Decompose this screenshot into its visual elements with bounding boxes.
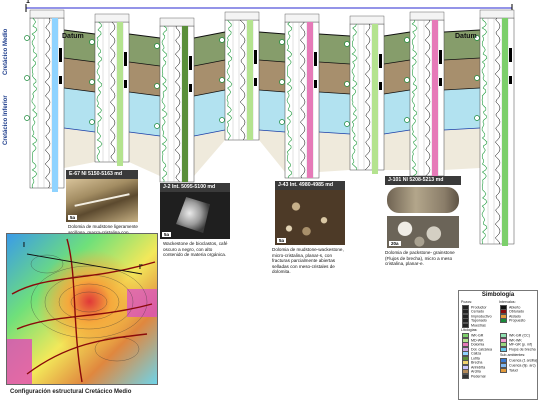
core-title-j43: J-43 Int. 4980-4985 md (275, 181, 345, 190)
correlation-band (259, 60, 285, 92)
legend-litologia-item: Pedernal (462, 373, 486, 379)
legend-swatch (500, 318, 507, 324)
legend-subambiente-item: Talud (500, 368, 518, 373)
correlation-band (444, 88, 480, 130)
core-title-e67: E-67 Nl 5150-5163 md (66, 170, 138, 179)
core-scale-j2: 5a (162, 232, 172, 237)
correlation-band (129, 62, 160, 96)
cretacico-inferior-label: Cretácico Inferior (3, 95, 9, 145)
correlation-band (259, 130, 285, 172)
well-log-track (344, 15, 385, 174)
legend-text: Muestras (471, 323, 486, 328)
core-scale-j43: 5a (277, 238, 287, 243)
core-photo-j2: 5a (160, 192, 230, 239)
correlation-band (319, 62, 350, 94)
correlation-band (444, 128, 480, 170)
well-log-track (154, 17, 195, 183)
correlation-band (444, 58, 480, 90)
core-caption-j2: Wackestone de bioclastos, café oscuro a … (163, 241, 228, 258)
core-title-j101: J-101 Nl 5208-5213 md (385, 176, 461, 185)
core-panel-j43: J-43 Int. 4980-4985 md 5a (275, 181, 345, 245)
well-log-track (404, 11, 445, 177)
cretacico-medio-label: Cretácico Medio (3, 28, 9, 75)
core-photo-e67: 5a (66, 179, 138, 222)
legend-text: Talud (509, 368, 518, 373)
core-panel-j2: J-2 Int. 5095-5100 md 5a (160, 183, 230, 239)
core-caption-j101: Dolomia de packstone- grainstone (Flujos… (385, 250, 455, 267)
core-scale-e67: 5a (68, 215, 78, 220)
correlation-band (129, 92, 160, 136)
legend-text: Litologías: (461, 328, 478, 332)
correlation-band (64, 88, 95, 132)
legend-text: Cuenca (tip. arc) (509, 363, 536, 368)
map-label-start: I (23, 242, 25, 249)
legend-swatch (500, 368, 507, 373)
legend-subambientes-header: Sub-ambientes: (500, 353, 525, 357)
correlation-band (64, 128, 95, 168)
legend-intervalos-header: Intervalos: (499, 300, 516, 304)
map-title: Configuración estructural Cretácico Medi… (10, 389, 132, 395)
legend-swatch (462, 373, 469, 379)
well-log-track (474, 9, 515, 246)
legend-pozos-header: Pozos: (461, 300, 472, 304)
correlation-band (384, 60, 410, 94)
well-log-track (24, 9, 65, 192)
map-label-end: I' (139, 264, 143, 271)
correlation-band (384, 32, 410, 64)
correlation-band (194, 90, 225, 136)
legend: Simbología Pozos: Productor Cerrado Improdu… (458, 290, 538, 400)
core-photo-j101-a (387, 187, 459, 213)
legend-title: Simbología (481, 292, 515, 298)
legend-intervalo-item: Propuesto (500, 318, 526, 324)
datum-left-label: Datum (62, 33, 84, 40)
structure-map: I I' (6, 233, 158, 385)
well-log-track (89, 13, 130, 166)
legend-text: Sub-ambientes: (500, 353, 526, 357)
legend-text: Flujos de brecha (509, 346, 536, 351)
correlation-band (319, 92, 350, 134)
core-scale-j101: 20a (389, 241, 401, 246)
correlation-band (319, 132, 350, 172)
correlation-band (384, 90, 410, 134)
legend-swatch (500, 346, 507, 352)
legend-text: Cuenca (1 arcilla) (509, 358, 538, 363)
legend-text: Pedernal (471, 373, 486, 378)
correlation-band (64, 58, 95, 92)
legend-text: Propuesto (509, 318, 526, 323)
legend-text: Intervalos: (499, 300, 516, 304)
correlation-band (319, 34, 350, 64)
core-caption-j43: Dolomia de mudstone-wackestone, micro-cr… (272, 247, 344, 275)
core-panel-e67: E-67 Nl 5150-5163 md 5a (66, 170, 138, 222)
well-log-track (279, 13, 320, 179)
section-scale-label: 1' (26, 0, 32, 5)
core-title-j2: J-2 Int. 5095-5100 md (160, 183, 230, 192)
core-panel-j101: J-101 Nl 5208-5213 md 20a (385, 176, 461, 248)
core-photo-j43: 5a (275, 190, 345, 245)
legend-text: Pozos: (461, 300, 472, 304)
correlation-band (259, 32, 285, 62)
legend-litologias-header: Litologías: (461, 328, 477, 332)
legend-swatch (462, 322, 469, 328)
legend-litologia-item: Flujos de brecha (500, 346, 536, 352)
correlation-band (384, 130, 410, 170)
correlation-band (129, 34, 160, 66)
structure-map-svg (7, 234, 157, 384)
datum-right-label: Datum (455, 33, 477, 40)
correlation-band (194, 130, 225, 176)
core-photo-j101-b: 20a (387, 216, 459, 248)
well-log-track (219, 11, 260, 141)
legend-pozo-item: Muestras (462, 322, 486, 328)
correlation-band (259, 90, 285, 132)
